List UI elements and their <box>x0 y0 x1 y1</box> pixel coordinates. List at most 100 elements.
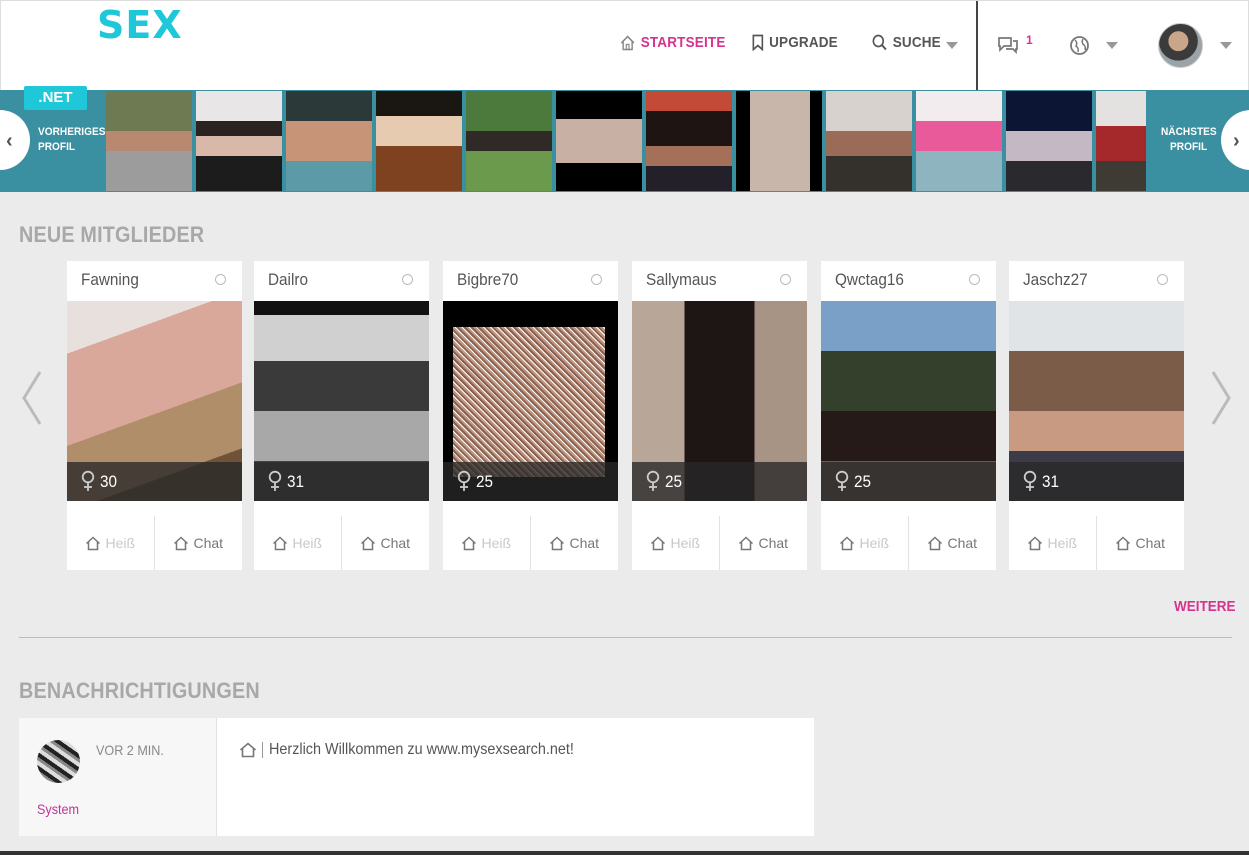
member-age: 31 <box>287 472 305 491</box>
home-icon <box>174 535 189 550</box>
home-icon <box>550 535 565 550</box>
carousel-prev-arrow-icon[interactable] <box>20 370 44 426</box>
hot-label: Heiß <box>292 535 323 551</box>
chat-button[interactable]: Chat <box>155 516 243 570</box>
member-card[interactable]: Jaschz27 31 Heiß Chat <box>1009 261 1184 570</box>
home-icon <box>86 535 101 550</box>
hot-button[interactable]: Heiß <box>1009 516 1097 570</box>
strip-thumbnail[interactable] <box>556 91 642 191</box>
age-bar: 25 <box>443 462 618 501</box>
online-status-icon <box>591 274 602 285</box>
new-members-title: NEUE MITGLIEDER <box>19 222 205 247</box>
member-age: 25 <box>665 472 683 491</box>
member-name[interactable]: Fawning <box>81 270 139 290</box>
notification-text: Herzlich Willkommen zu www.mysexsearch.n… <box>269 741 574 758</box>
more-members-link[interactable]: WEITERE <box>1174 598 1236 615</box>
search-icon <box>872 34 887 51</box>
notifications-title: BENACHRICHTIGUNGEN <box>19 678 260 703</box>
chat-label: Chat <box>569 535 600 551</box>
strip-thumbnail[interactable] <box>826 91 912 191</box>
chat-bubbles-icon[interactable] <box>996 34 1020 56</box>
member-photo[interactable]: 25 <box>443 301 618 501</box>
age-bar: 31 <box>254 462 429 501</box>
previous-profile-label: VORHERIGES PROFIL <box>38 126 106 153</box>
female-icon <box>646 470 660 491</box>
member-photo[interactable]: 31 <box>254 301 429 501</box>
strip-thumbnail[interactable] <box>286 91 372 191</box>
age-bar: 30 <box>67 462 242 501</box>
chat-button[interactable]: Chat <box>909 516 997 570</box>
chat-label: Chat <box>193 535 224 551</box>
member-photo[interactable]: 31 <box>1009 301 1184 501</box>
strip-thumbnail[interactable] <box>196 91 282 191</box>
member-name[interactable]: Bigbre70 <box>457 270 518 290</box>
strip-thumbnail[interactable] <box>736 91 822 191</box>
strip-thumbnail[interactable] <box>466 91 552 191</box>
card-actions: Heiß Chat <box>632 516 807 570</box>
online-status-icon <box>1157 274 1168 285</box>
next-profile-button[interactable]: › NÄCHSTES PROFIL <box>1146 90 1249 192</box>
female-icon <box>81 470 95 491</box>
globe-icon[interactable] <box>1069 35 1090 56</box>
member-card[interactable]: Fawning 30 Heiß Chat <box>67 261 242 570</box>
nav-search[interactable]: SUCHE <box>872 34 941 51</box>
hot-label: Heiß <box>670 535 701 551</box>
strip-thumbnail[interactable] <box>1096 91 1146 191</box>
female-icon <box>457 470 471 491</box>
member-card[interactable]: Qwctag16 25 Heiß Chat <box>821 261 996 570</box>
nav-upgrade-label: UPGRADE <box>769 34 838 51</box>
chat-button[interactable]: Chat <box>720 516 808 570</box>
chat-button[interactable]: Chat <box>531 516 619 570</box>
member-name[interactable]: Qwctag16 <box>835 270 904 290</box>
nav-upgrade[interactable]: UPGRADE <box>752 34 838 51</box>
user-avatar[interactable] <box>1158 23 1203 68</box>
nav-home[interactable]: STARTSEITE <box>620 34 726 51</box>
member-photo[interactable]: 25 <box>632 301 807 501</box>
home-icon <box>273 535 288 550</box>
member-age: 31 <box>1042 472 1060 491</box>
account-dropdown-caret-icon[interactable] <box>1220 42 1232 49</box>
hot-button[interactable]: Heiß <box>821 516 909 570</box>
notification-item[interactable]: VOR 2 MIN. System Herzlich Willkommen zu… <box>19 718 814 836</box>
strip-thumbnail[interactable] <box>1006 91 1092 191</box>
card-actions: Heiß Chat <box>67 516 242 570</box>
strip-thumbnail[interactable] <box>376 91 462 191</box>
bottom-edge <box>0 851 1249 855</box>
home-icon <box>361 535 376 550</box>
site-logo[interactable]: SEX <box>97 3 183 47</box>
member-age: 25 <box>854 472 872 491</box>
member-card[interactable]: Sallymaus 25 Heiß Chat <box>632 261 807 570</box>
home-icon <box>239 742 257 758</box>
carousel-next-arrow-icon[interactable] <box>1209 370 1233 426</box>
search-dropdown-caret-icon[interactable] <box>946 42 958 49</box>
home-icon <box>739 535 754 550</box>
age-bar: 31 <box>1009 462 1184 501</box>
member-photo[interactable]: 30 <box>67 301 242 501</box>
member-name[interactable]: Dailro <box>268 270 308 290</box>
hot-button[interactable]: Heiß <box>67 516 155 570</box>
chat-label: Chat <box>947 535 978 551</box>
notification-sender-link[interactable]: System <box>37 801 79 817</box>
hot-button[interactable]: Heiß <box>443 516 531 570</box>
member-name[interactable]: Jaschz27 <box>1023 270 1088 290</box>
strip-thumbnail[interactable] <box>916 91 1002 191</box>
member-age: 30 <box>100 472 118 491</box>
language-dropdown-caret-icon[interactable] <box>1106 42 1118 49</box>
top-header: SEX STARTSEITE UPGRADE SUCHE 1 <box>0 0 1249 91</box>
previous-circle <box>0 110 30 170</box>
member-card[interactable]: Dailro 31 Heiß Chat <box>254 261 429 570</box>
hot-label: Heiß <box>105 535 136 551</box>
hot-button[interactable]: Heiß <box>632 516 720 570</box>
age-bar: 25 <box>632 462 807 501</box>
card-actions: Heiß Chat <box>821 516 996 570</box>
member-name[interactable]: Sallymaus <box>646 270 717 290</box>
chat-button[interactable]: Chat <box>1097 516 1185 570</box>
member-card[interactable]: Bigbre70 25 Heiß Chat <box>443 261 618 570</box>
chat-button[interactable]: Chat <box>342 516 430 570</box>
hot-button[interactable]: Heiß <box>254 516 342 570</box>
member-photo[interactable]: 25 <box>821 301 996 501</box>
member-age: 25 <box>476 472 494 491</box>
nav-search-label: SUCHE <box>892 34 941 51</box>
strip-thumbnail[interactable] <box>106 91 192 191</box>
strip-thumbnail[interactable] <box>646 91 732 191</box>
